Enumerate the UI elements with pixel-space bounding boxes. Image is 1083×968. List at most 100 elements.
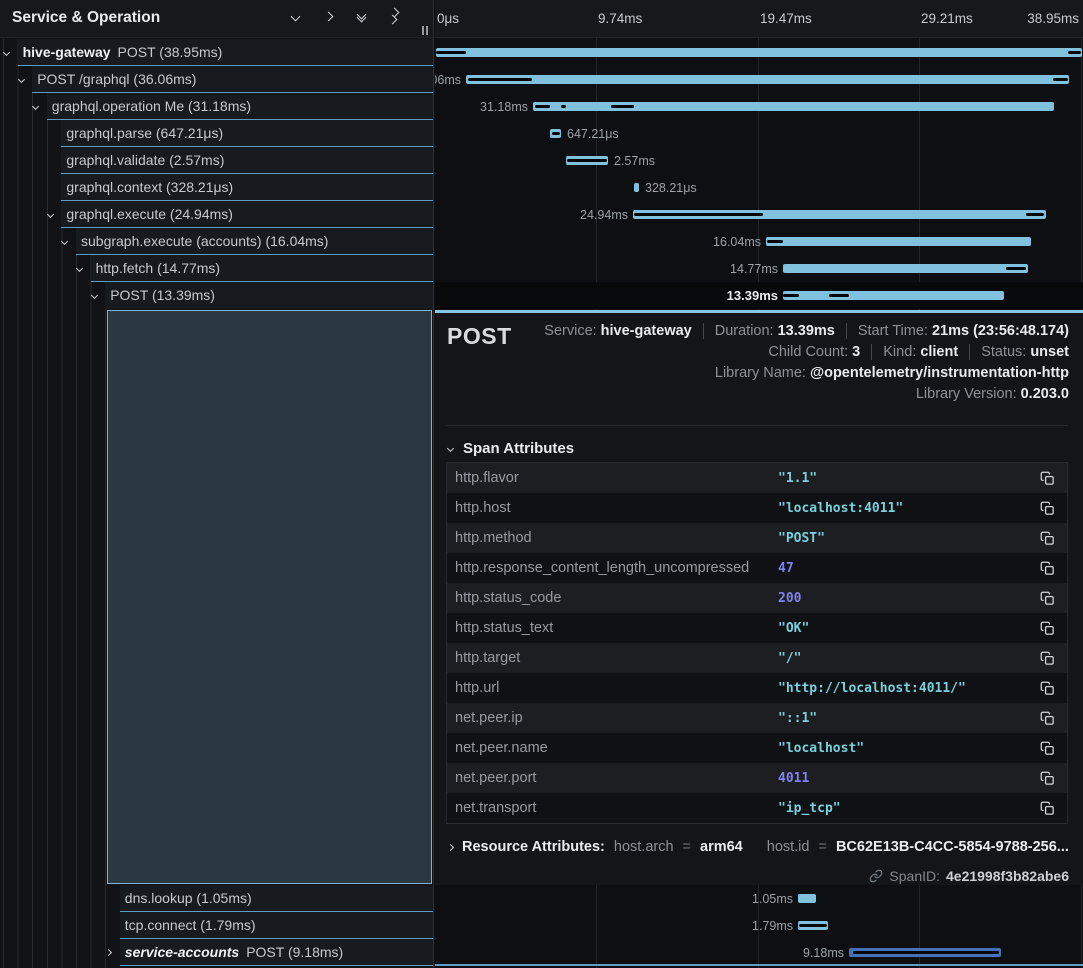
span-timeline-row[interactable]: 13.39ms	[435, 282, 1083, 309]
column-resizer-grip[interactable]	[422, 26, 428, 35]
copy-value-button[interactable]	[1040, 770, 1057, 787]
span-tree-row[interactable]: POST /graphql (36.06ms)	[0, 66, 434, 93]
span-bar[interactable]	[466, 75, 1069, 84]
expander-chevron-down-icon[interactable]	[92, 293, 97, 298]
span-id-label: SpanID:	[889, 868, 940, 884]
span-timeline-row[interactable]: 16.04ms	[435, 228, 1083, 255]
span-attributes-section-toggle[interactable]: Span Attributes	[448, 440, 574, 457]
expand-one-level-button[interactable]	[319, 7, 337, 25]
divider	[446, 425, 1068, 426]
span-tree-row[interactable]: POST (13.39ms)	[0, 282, 434, 309]
span-bar[interactable]	[783, 264, 1028, 273]
span-timeline-row[interactable]: 24.94ms	[435, 201, 1083, 228]
meta-item: Service:hive-gateway	[544, 323, 691, 339]
critical-path-segment	[611, 105, 634, 108]
span-meta-row: Child Count:3Kind:clientStatus:unset	[768, 344, 1069, 360]
span-bar[interactable]	[436, 48, 1082, 57]
span-timeline-row[interactable]: 1.05ms	[435, 885, 1083, 912]
attribute-key: net.peer.name	[447, 740, 778, 756]
expand-all-button[interactable]	[385, 7, 403, 25]
span-tree-row[interactable]: service-accountsPOST (9.18ms)	[0, 939, 434, 966]
copy-value-button[interactable]	[1040, 800, 1057, 817]
span-tree-row[interactable]: hive-gatewayPOST (38.95ms)	[0, 39, 434, 66]
span-timeline-row[interactable]: 9.18ms	[435, 939, 1083, 966]
attribute-value: 200	[778, 591, 1040, 606]
copy-icon	[1040, 561, 1055, 576]
span-tree-row[interactable]: graphql.validate (2.57ms)	[0, 147, 434, 174]
copy-value-button[interactable]	[1040, 710, 1057, 727]
span-timeline-row[interactable]	[435, 39, 1083, 66]
meta-item: Child Count:3	[768, 344, 860, 360]
copy-value-button[interactable]	[1040, 560, 1057, 577]
attribute-key: net.peer.port	[447, 770, 778, 786]
span-tree-row[interactable]: graphql.operation Me (31.18ms)	[0, 93, 434, 120]
meta-separator	[846, 323, 847, 339]
copy-value-button[interactable]	[1040, 680, 1057, 697]
copy-value-button[interactable]	[1040, 470, 1057, 487]
copy-icon	[1040, 591, 1055, 606]
chevron-down-icon	[447, 445, 454, 452]
span-duration-label: 31.18ms	[480, 100, 528, 114]
span-bar[interactable]	[798, 894, 816, 903]
span-tree-row[interactable]: http.fetch (14.77ms)	[0, 255, 434, 282]
span-bar[interactable]	[783, 291, 1004, 300]
span-bar[interactable]	[766, 237, 1031, 246]
expander-chevron-down-icon[interactable]	[48, 212, 53, 217]
copy-value-button[interactable]	[1040, 530, 1057, 547]
span-timeline-row[interactable]: 328.21μs	[435, 174, 1083, 201]
copy-value-button[interactable]	[1040, 590, 1057, 607]
critical-path-segment	[853, 951, 999, 954]
copy-value-button[interactable]	[1040, 500, 1057, 517]
attribute-row: net.peer.ip"::1"	[447, 703, 1067, 733]
timeline-tick-label: 0μs	[437, 11, 459, 26]
span-meta-row: Library Name:@opentelemetry/instrumentat…	[715, 365, 1069, 381]
attribute-row: http.target"/"	[447, 643, 1067, 673]
span-tree-row[interactable]: graphql.context (328.21μs)	[0, 174, 434, 201]
critical-path-segment	[1006, 267, 1026, 270]
attribute-row: net.transport"ip_tcp"	[447, 793, 1067, 823]
expander-chevron-down-icon[interactable]	[19, 77, 24, 82]
span-duration-label: 1.79ms	[752, 919, 793, 933]
expander-chevron-down-icon[interactable]	[4, 50, 9, 55]
critical-path-segment	[552, 132, 560, 135]
span-timeline-row[interactable]: 36.06ms	[435, 66, 1083, 93]
copy-value-button[interactable]	[1040, 650, 1057, 667]
timeline-ruler: 0μs9.74ms19.47ms29.21ms38.95ms	[435, 0, 1083, 38]
copy-value-button[interactable]	[1040, 620, 1057, 637]
attribute-key: http.status_code	[447, 590, 778, 606]
span-timeline-row[interactable]: 14.77ms	[435, 255, 1083, 282]
copy-value-button[interactable]	[1040, 740, 1057, 757]
span-tree-row[interactable]: dns.lookup (1.05ms)	[0, 885, 434, 912]
span-timeline-row[interactable]: 31.18ms	[435, 93, 1083, 120]
span-detail-panel: POST Service:hive-gatewayDuration:13.39m…	[435, 310, 1083, 885]
link-icon[interactable]	[869, 869, 883, 883]
span-tree-row[interactable]: tcp.connect (1.79ms)	[0, 912, 434, 939]
span-timeline-row[interactable]: 1.79ms	[435, 912, 1083, 939]
span-timeline-row[interactable]: 2.57ms	[435, 147, 1083, 174]
span-timeline-row[interactable]: 647.21μs	[435, 120, 1083, 147]
critical-path-segment	[783, 294, 799, 297]
attribute-row: http.host"localhost:4011"	[447, 493, 1067, 523]
span-tree-row[interactable]: graphql.parse (647.21μs)	[0, 120, 434, 147]
copy-icon	[1040, 471, 1055, 486]
collapse-one-level-button[interactable]	[286, 7, 304, 25]
service-operation-title: Service & Operation	[12, 9, 160, 27]
expander-chevron-down-icon[interactable]	[77, 266, 82, 271]
span-duration-label: 328.21μs	[645, 181, 697, 195]
span-tree-row[interactable]: subgraph.execute (accounts) (16.04ms)	[0, 228, 434, 255]
trace-viewer: Service & Operation hive-gatewayPOST (38…	[0, 0, 1083, 968]
selected-span-detail-spacer	[107, 310, 432, 884]
copy-icon	[1040, 711, 1055, 726]
span-bar[interactable]	[634, 183, 639, 192]
expander-chevron-right-icon[interactable]	[106, 950, 111, 955]
attribute-key: http.status_text	[447, 620, 778, 636]
attribute-row: net.peer.name"localhost"	[447, 733, 1067, 763]
chevron-down-icon	[290, 11, 300, 21]
resource-attributes-row[interactable]: Resource Attributes:host.arch=arm64host.…	[448, 839, 1068, 855]
expander-chevron-down-icon[interactable]	[62, 239, 67, 244]
span-duration-label: 2.57ms	[614, 154, 655, 168]
span-tree-row[interactable]: graphql.execute (24.94ms)	[0, 201, 434, 228]
expander-chevron-down-icon[interactable]	[33, 104, 38, 109]
collapse-all-button[interactable]	[352, 7, 370, 25]
critical-path-segment	[829, 294, 849, 297]
